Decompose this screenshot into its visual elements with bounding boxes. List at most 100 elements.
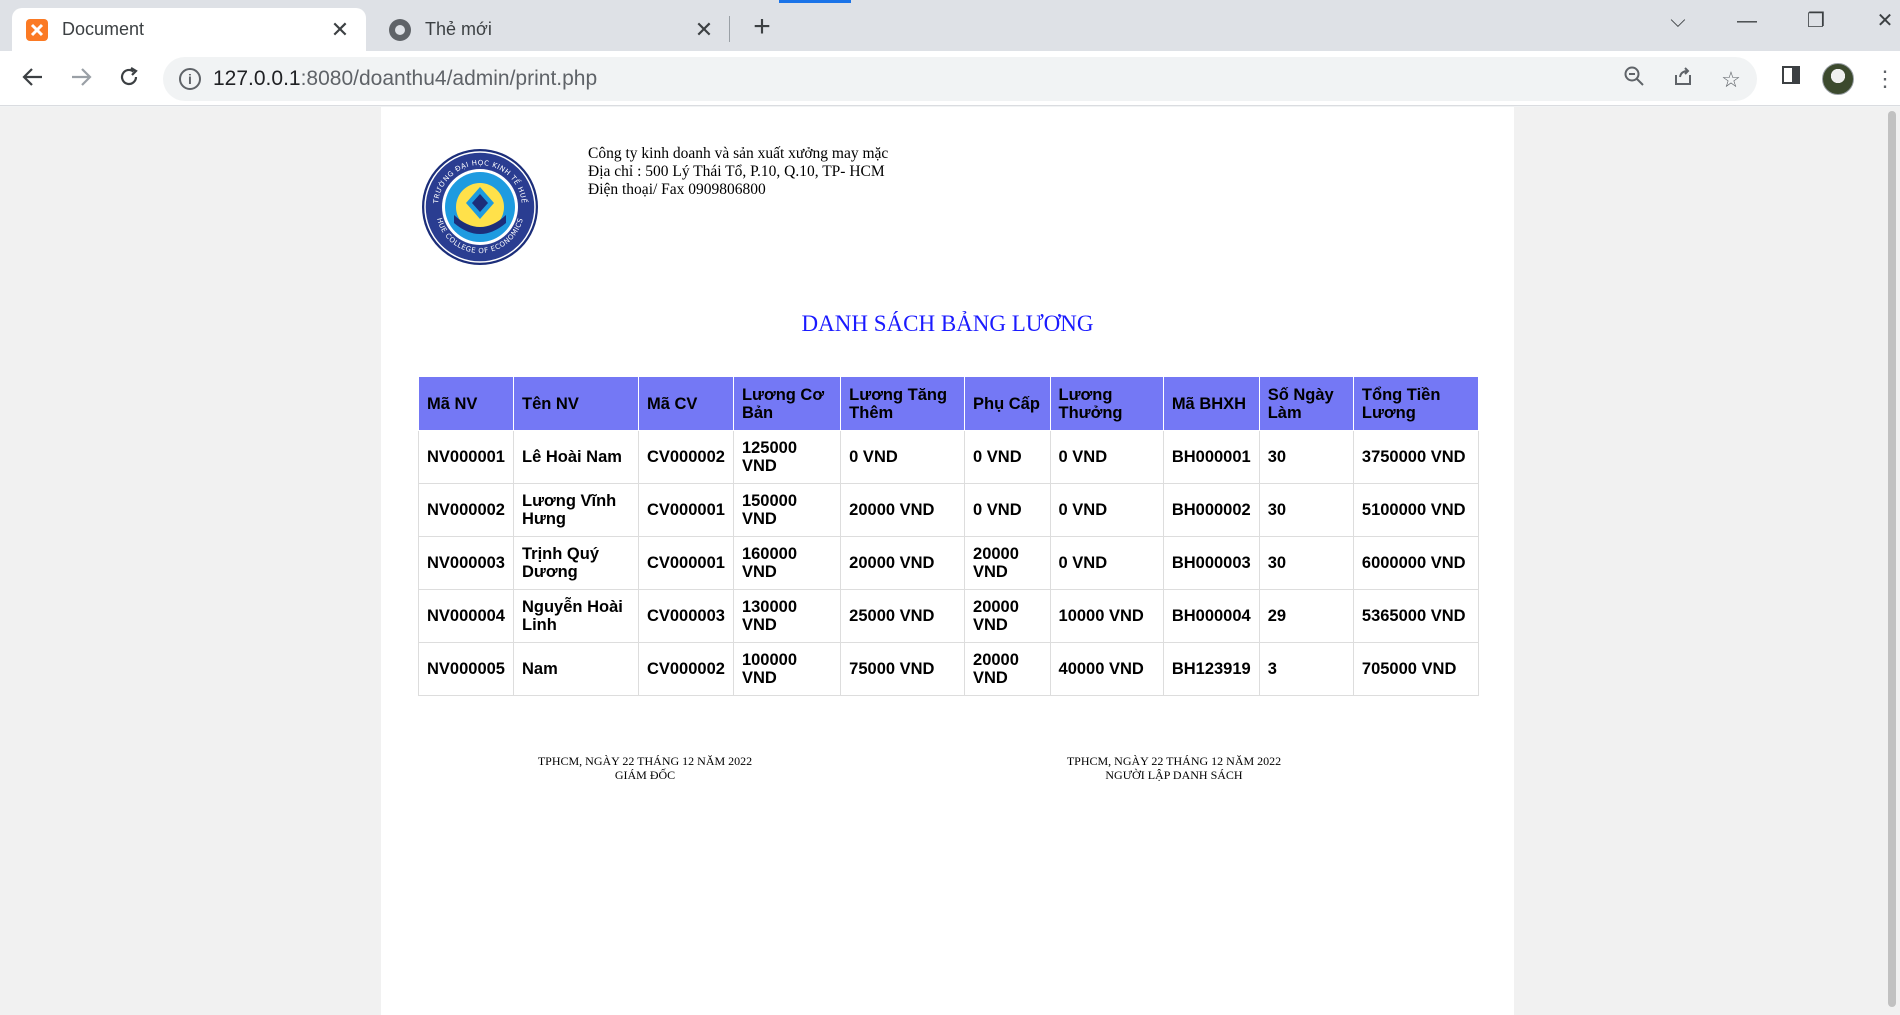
minimize-button[interactable]: — [1727,6,1767,36]
table-cell: Lê Hoài Nam [512,430,639,484]
table-cell: CV000001 [637,536,734,590]
new-tab-button[interactable]: + [744,10,780,46]
table-cell: 0 VND [964,430,1051,484]
table-cell: NV000001 [418,430,514,484]
column-header: Lương Thưởng [1049,376,1164,431]
table-cell: 30 [1258,483,1354,537]
tab-new[interactable]: Thẻ mới ✕ [375,8,730,51]
table-cell: BH000001 [1162,430,1260,484]
tab-title: Thẻ mới [425,19,492,39]
table-cell: 20000 VND [964,589,1051,643]
table-cell: 10000 VND [1049,589,1164,643]
preparer-signature-block: TPHCM, NGÀY 22 THÁNG 12 NĂM 2022 NGƯỜI L… [1054,754,1294,782]
table-row: NV000002 Lương Vĩnh Hưng CV000001 150000… [418,483,1480,537]
bookmark-star-icon[interactable]: ☆ [1715,64,1747,96]
table-cell: 100000 VND [732,642,842,696]
table-cell: CV000002 [637,430,734,484]
table-cell: NV000004 [418,589,514,643]
address-bar[interactable]: i 127.0.0.1:8080/doanthu4/admin/print.ph… [163,57,1757,101]
table-cell: NV000003 [418,536,514,590]
back-button[interactable] [13,59,53,99]
table-cell: 125000 VND [732,430,842,484]
restore-button[interactable]: ❐ [1796,6,1836,36]
table-cell: 6000000 VND [1352,536,1480,590]
table-cell: BH000004 [1162,589,1260,643]
table-cell: 20000 VND [964,642,1051,696]
tab-close-icon[interactable]: ✕ [328,17,352,43]
company-name: Công ty kinh doanh và sản xuất xưởng may… [588,145,889,162]
table-cell: 25000 VND [840,589,966,643]
reload-button[interactable] [109,59,149,99]
profile-avatar[interactable] [1822,63,1854,95]
table-row: NV000005 Nam CV000002 100000 VND 75000 V… [418,642,1480,696]
table-cell: NV000005 [418,642,514,696]
table-cell: Trịnh Quý Dương [512,536,639,590]
table-cell: 40000 VND [1049,642,1164,696]
table-cell: 29 [1258,589,1354,643]
column-header: Mã BHXH [1162,376,1260,431]
chrome-icon [389,18,411,41]
company-address: Địa chỉ : 500 Lý Thái Tổ, P.10, Q.10, TP… [588,163,885,180]
company-phone: Điện thoại/ Fax 0909806800 [588,181,766,198]
tab-strip: Document ✕ Thẻ mới ✕ + ⌵ — ❐ ✕ [0,0,1900,51]
close-window-button[interactable]: ✕ [1865,6,1900,36]
forward-button[interactable] [61,59,101,99]
table-cell: 150000 VND [732,483,842,537]
menu-icon[interactable]: ⋮ [1869,63,1900,95]
table-cell: BH000002 [1162,483,1260,537]
scrollbar-thumb[interactable] [1888,111,1896,1007]
table-cell: 3 [1258,642,1354,696]
column-header: Lương Tăng Thêm [840,376,966,431]
table-header-row: Mã NV Tên NV Mã CV Lương Cơ Bản Lương Tă… [418,376,1480,431]
tab-title: Document [62,19,145,39]
zoom-icon[interactable] [1618,64,1650,96]
table-row: NV000004 Nguyễn Hoài Linh CV000003 13000… [418,589,1480,643]
table-cell: 705000 VND [1352,642,1480,696]
signature-date: TPHCM, NGÀY 22 THÁNG 12 NĂM 2022 [1066,754,1282,768]
browser-toolbar: i 127.0.0.1:8080/doanthu4/admin/print.ph… [0,51,1900,106]
table-cell: 0 VND [964,483,1051,537]
table-cell: BH000003 [1162,536,1260,590]
tab-document[interactable]: Document ✕ [12,8,366,51]
column-header: Tên NV [512,376,639,431]
table-cell: CV000002 [637,642,734,696]
side-panel-icon[interactable] [1775,63,1807,95]
loading-indicator [779,0,851,3]
salary-table: Mã NV Tên NV Mã CV Lương Cơ Bản Lương Tă… [418,376,1480,696]
table-cell: 130000 VND [732,589,842,643]
page-viewport: TRƯỜNG ĐẠI HỌC KINH TẾ HUẾ HUE COLLEGE O… [0,107,1900,1015]
table-cell: 160000 VND [732,536,842,590]
director-signature-block: TPHCM, NGÀY 22 THÁNG 12 NĂM 2022 GIÁM ĐỐ… [525,754,765,782]
column-header: Lương Cơ Bản [732,376,842,431]
table-cell: 5100000 VND [1352,483,1480,537]
vertical-scrollbar[interactable] [1884,107,1900,1015]
tab-separator [729,16,730,42]
signature-date: TPHCM, NGÀY 22 THÁNG 12 NĂM 2022 [537,754,753,768]
tab-search-icon[interactable]: ⌵ [1658,6,1698,36]
table-cell: 0 VND [1049,483,1164,537]
table-cell: 3750000 VND [1352,430,1480,484]
site-info-icon[interactable]: i [179,68,201,90]
print-page: TRƯỜNG ĐẠI HỌC KINH TẾ HUẾ HUE COLLEGE O… [381,107,1514,1015]
table-row: NV000001 Lê Hoài Nam CV000002 125000 VND… [418,430,1480,484]
table-cell: 20000 VND [840,536,966,590]
column-header: Tổng Tiền Lương [1352,376,1480,431]
column-header: Mã NV [418,376,514,431]
table-cell: CV000001 [637,483,734,537]
table-cell: 0 VND [1049,536,1164,590]
table-cell: BH123919 [1162,642,1260,696]
table-row: NV000003 Trịnh Quý Dương CV000001 160000… [418,536,1480,590]
table-cell: 5365000 VND [1352,589,1480,643]
table-cell: NV000002 [418,483,514,537]
table-cell: Lương Vĩnh Hưng [512,483,639,537]
table-cell: 20000 VND [840,483,966,537]
table-cell: 20000 VND [964,536,1051,590]
column-header: Phụ Cấp [964,376,1051,431]
column-header: Mã CV [637,376,734,431]
tab-close-icon[interactable]: ✕ [692,17,716,43]
table-cell: 30 [1258,536,1354,590]
share-icon[interactable] [1667,64,1699,96]
table-cell: Nam [512,642,639,696]
xampp-icon [26,18,48,41]
table-cell: 75000 VND [840,642,966,696]
